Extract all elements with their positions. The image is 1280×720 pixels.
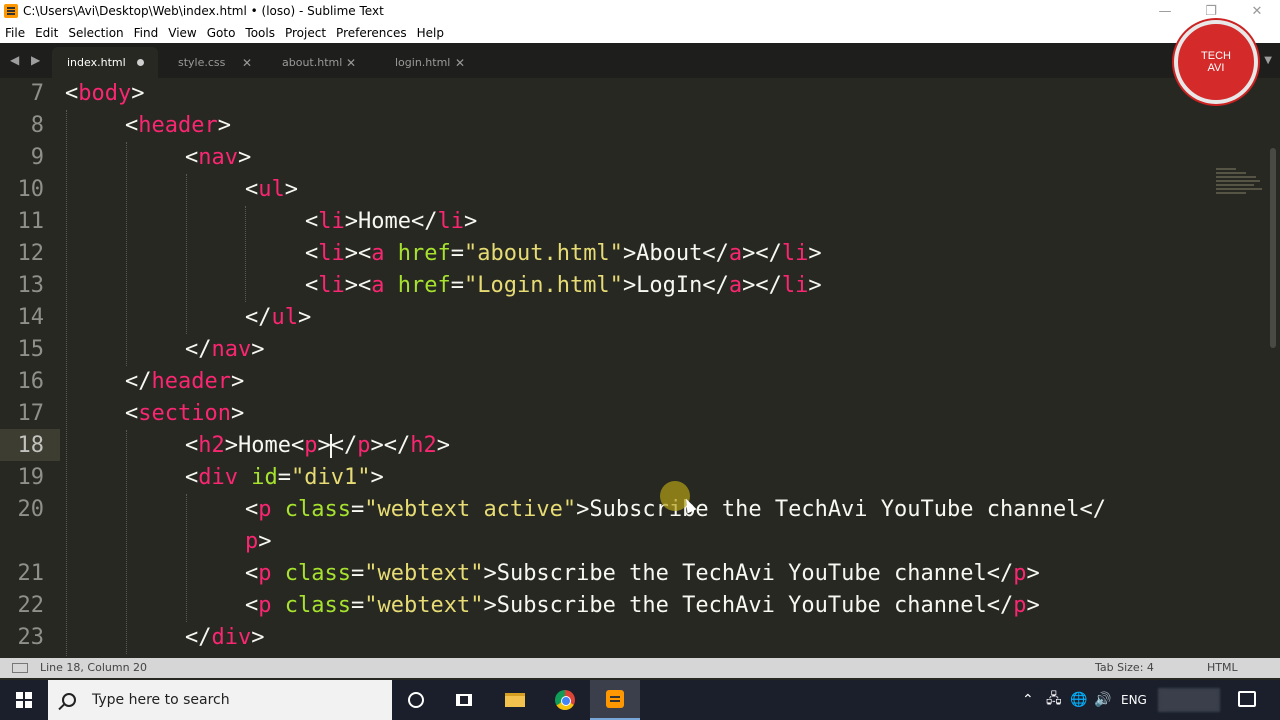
action-center-icon[interactable]: [1238, 691, 1256, 707]
tab-label: login.html: [395, 56, 451, 69]
unsaved-dot-icon: [137, 59, 144, 66]
sublime-app-icon: [4, 4, 18, 18]
code-line-text[interactable]: </nav>: [0, 334, 1265, 366]
code-editor[interactable]: 7 8 9 10 11 12 13 14 15 16 17 18 19 20 2…: [0, 78, 1280, 658]
code-line-text[interactable]: <p class="webtext active">Subscribe the …: [0, 494, 1265, 526]
tray-language: ENG: [1121, 680, 1147, 720]
menu-project[interactable]: Project: [280, 26, 331, 40]
tab-nav-arrows-icon[interactable]: ◀ ▶: [10, 53, 44, 67]
clock-blurred[interactable]: [1158, 688, 1220, 712]
tray-chevron-icon[interactable]: ⌃: [1022, 692, 1034, 708]
code-line-text[interactable]: </div>: [0, 622, 1265, 654]
close-tab-icon[interactable]: ✕: [346, 56, 356, 70]
minimize-button[interactable]: —: [1142, 0, 1188, 22]
cortana-button[interactable]: [391, 680, 441, 720]
tab-label: index.html: [67, 56, 126, 69]
code-line-text[interactable]: <h2>Home<p></p></h2>: [0, 430, 1265, 462]
code-line-text[interactable]: <li><a href="Login.html">LogIn</a></li>: [0, 270, 1265, 302]
vertical-scrollbar[interactable]: [1266, 78, 1280, 658]
tab-dropdown-icon[interactable]: ▼: [1264, 55, 1272, 66]
task-view-icon: [456, 694, 472, 706]
tab-login-html[interactable]: login.html ✕: [381, 47, 477, 78]
system-tray: ⌃: [1022, 680, 1034, 720]
network-icon[interactable]: 🖧: [1046, 688, 1062, 712]
code-line-text[interactable]: </header>: [0, 366, 1265, 398]
status-bar: Line 18, Column 20 Tab Size: 4 HTML: [0, 658, 1280, 678]
code-line-text[interactable]: </ul>: [0, 302, 1265, 334]
tab-index-html[interactable]: index.html: [52, 47, 158, 78]
restore-button[interactable]: ❐: [1188, 0, 1234, 22]
sublime-text-icon: [606, 690, 624, 708]
cursor-position: Line 18, Column 20: [40, 661, 148, 674]
menu-bar: File Edit Selection Find View Goto Tools…: [0, 22, 1280, 43]
code-line-text[interactable]: <nav>: [0, 142, 1265, 174]
tab-style-css[interactable]: style.css ✕: [164, 47, 264, 78]
menu-help[interactable]: Help: [412, 26, 449, 40]
menu-goto[interactable]: Goto: [202, 26, 241, 40]
code-line-text[interactable]: p>: [0, 526, 1265, 558]
scrollbar-thumb[interactable]: [1270, 148, 1276, 348]
minimap[interactable]: [1216, 168, 1264, 208]
code-line-text[interactable]: <section>: [0, 398, 1265, 430]
windows-logo-icon: [16, 692, 32, 708]
logo-text-line2: AVI: [1207, 62, 1225, 74]
tab-label: about.html: [282, 56, 343, 69]
code-line-text[interactable]: <li><a href="about.html">About</a></li>: [0, 238, 1265, 270]
window-controls: — ❐ ✕: [1142, 0, 1280, 22]
title-bar: C:\Users\Avi\Desktop\Web\index.html • (l…: [0, 0, 1280, 22]
code-line-text[interactable]: <div id="div1">: [0, 462, 1265, 494]
cortana-icon: [408, 692, 424, 708]
taskbar-search-box[interactable]: Type here to search: [48, 680, 392, 720]
task-view-button[interactable]: [439, 680, 489, 720]
code-line-text[interactable]: <ul>: [0, 174, 1265, 206]
folder-icon: [505, 693, 525, 707]
search-icon: [62, 693, 76, 707]
language-indicator[interactable]: ENG: [1121, 693, 1147, 707]
menu-selection[interactable]: Selection: [63, 26, 128, 40]
menu-preferences[interactable]: Preferences: [331, 26, 412, 40]
menu-find[interactable]: Find: [129, 26, 164, 40]
menu-file[interactable]: File: [0, 26, 30, 40]
close-tab-icon[interactable]: ✕: [455, 56, 465, 70]
menu-view[interactable]: View: [163, 26, 201, 40]
tray-network: 🖧: [1046, 680, 1062, 720]
panel-toggle-icon[interactable]: [12, 663, 28, 673]
windows-taskbar: Type here to search ⌃ 🖧 🌐 🔊 ENG: [0, 680, 1280, 720]
chrome-button[interactable]: [540, 680, 590, 720]
tab-bar: ◀ ▶ index.html style.css ✕ about.html ✕ …: [0, 43, 1280, 78]
menu-tools[interactable]: Tools: [240, 26, 280, 40]
code-line-text[interactable]: <p class="webtext">Subscribe the TechAvi…: [0, 590, 1265, 622]
search-placeholder: Type here to search: [92, 692, 230, 708]
code-line-text[interactable]: <li>Home</li>: [0, 206, 1265, 238]
file-explorer-button[interactable]: [490, 680, 540, 720]
logo-text-line1: TECH: [1201, 50, 1231, 62]
code-line-text[interactable]: <header>: [0, 110, 1265, 142]
menu-edit[interactable]: Edit: [30, 26, 63, 40]
start-button[interactable]: [0, 680, 48, 720]
tab-label: style.css: [178, 56, 226, 69]
chrome-icon: [555, 690, 575, 710]
volume-icon[interactable]: 🔊: [1094, 692, 1111, 708]
globe-icon[interactable]: 🌐: [1070, 692, 1087, 708]
code-line-text[interactable]: <body>: [0, 78, 1265, 110]
techavi-logo: TECH AVI: [1174, 20, 1258, 104]
close-tab-icon[interactable]: ✕: [242, 56, 252, 70]
sublime-taskbar-button[interactable]: [590, 680, 640, 720]
tab-about-html[interactable]: about.html ✕: [268, 47, 368, 78]
code-line-text[interactable]: <p class="webtext">Subscribe the TechAvi…: [0, 558, 1265, 590]
tray-volume: 🔊: [1094, 680, 1111, 720]
tab-size-indicator[interactable]: Tab Size: 4: [1095, 661, 1154, 674]
tray-globe: 🌐: [1070, 680, 1087, 720]
syntax-indicator[interactable]: HTML: [1207, 661, 1238, 674]
window-title: C:\Users\Avi\Desktop\Web\index.html • (l…: [23, 4, 384, 18]
close-button[interactable]: ✕: [1234, 0, 1280, 22]
